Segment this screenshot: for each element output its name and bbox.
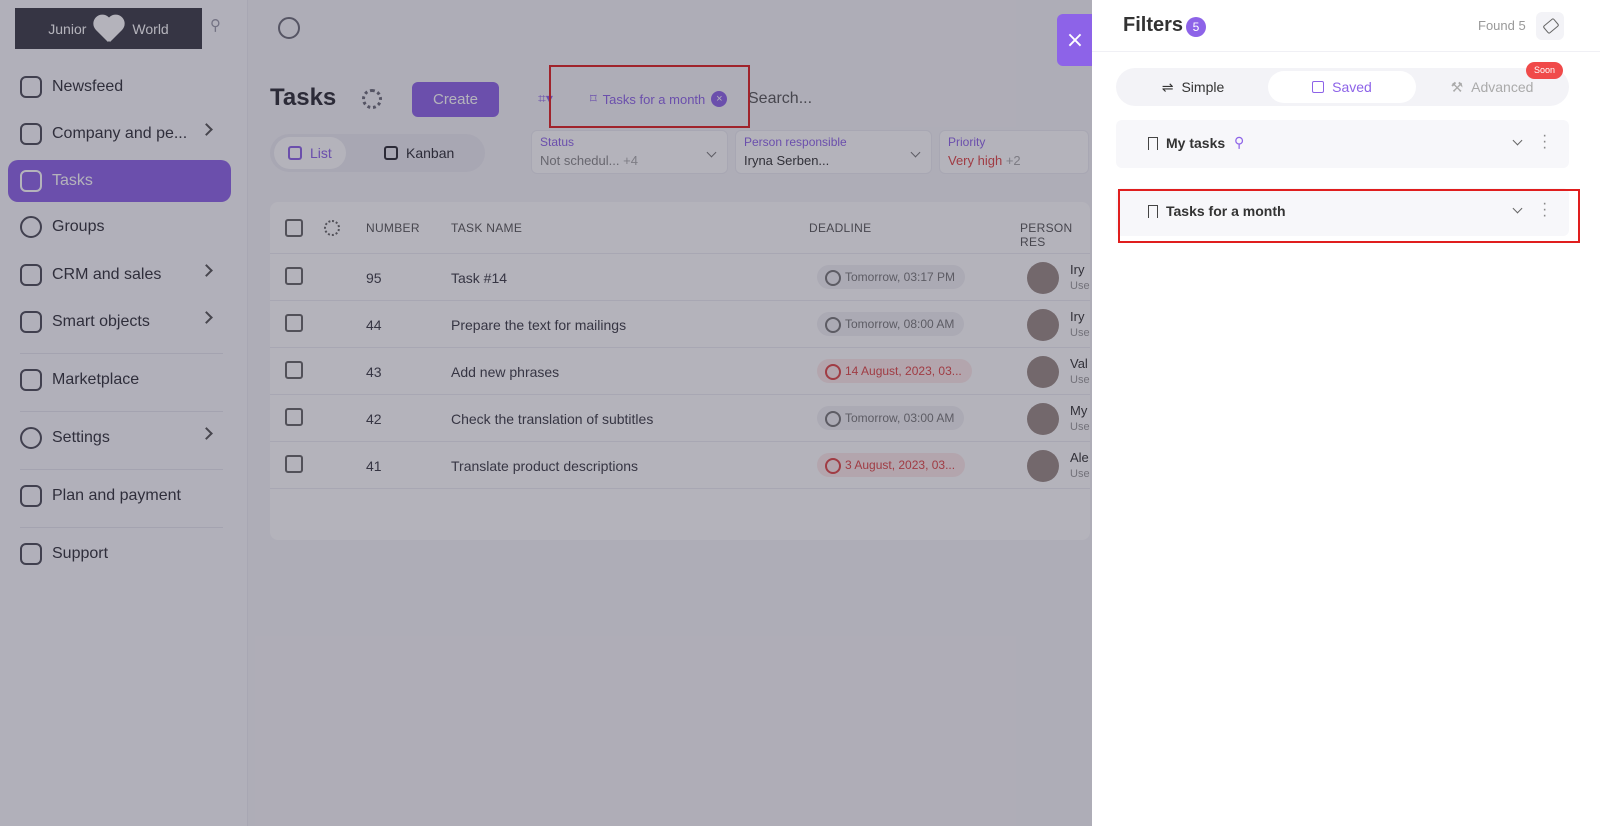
pin-icon[interactable]: ⚲ bbox=[1234, 134, 1244, 151]
drawer-header: Filters 5 Found 5 bbox=[1092, 0, 1600, 52]
tab-label: Simple bbox=[1181, 79, 1225, 95]
wand-icon: ⚒ bbox=[1450, 78, 1464, 95]
clear-filters-button[interactable] bbox=[1536, 12, 1564, 40]
filter-count-badge: 5 bbox=[1186, 17, 1206, 37]
modal-overlay[interactable] bbox=[0, 0, 1092, 826]
drawer-title: Filters bbox=[1123, 14, 1184, 36]
bookmark-icon bbox=[1148, 137, 1158, 150]
saved-filter-name: My tasks bbox=[1166, 135, 1226, 151]
found-count: Found 5 bbox=[1478, 18, 1526, 33]
filter-mode-tabs: ⇌ Simple Saved ⚒ Advanced bbox=[1116, 68, 1569, 106]
tab-simple[interactable]: ⇌ Simple bbox=[1119, 71, 1267, 103]
sliders-icon: ⇌ bbox=[1161, 78, 1174, 95]
soon-badge: Soon bbox=[1526, 62, 1564, 79]
highlight-box bbox=[1118, 189, 1580, 243]
tab-saved[interactable]: Saved bbox=[1268, 71, 1416, 103]
filters-drawer: Filters 5 Found 5 ⇌ Simple Saved ⚒ Advance… bbox=[1092, 0, 1600, 826]
close-drawer-button[interactable]: × bbox=[1057, 14, 1093, 66]
tab-label: Advanced bbox=[1471, 79, 1534, 95]
bookmark-icon bbox=[1312, 81, 1325, 93]
more-vertical-icon[interactable]: · · · bbox=[1542, 128, 1547, 156]
saved-filter-item[interactable]: My tasks ⚲ · · · bbox=[1116, 120, 1569, 168]
chevron-down-icon[interactable] bbox=[1512, 135, 1523, 146]
tab-label: Saved bbox=[1332, 79, 1372, 95]
